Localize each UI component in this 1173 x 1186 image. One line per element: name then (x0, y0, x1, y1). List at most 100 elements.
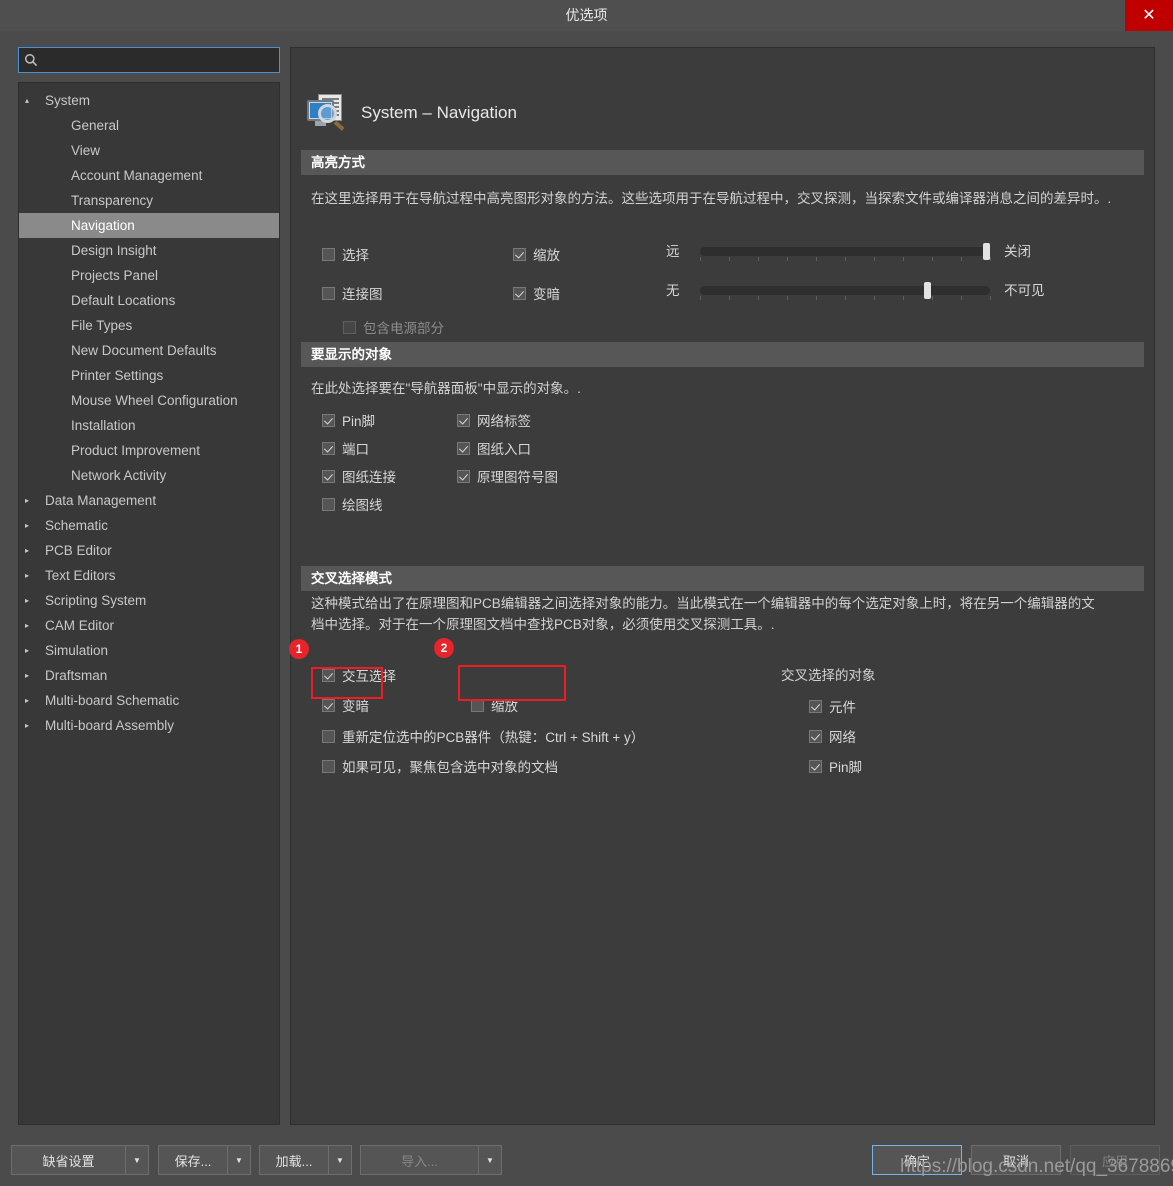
checkbox-sheet-entry[interactable]: 图纸入口 (457, 438, 531, 458)
checkbox-dim[interactable]: 变暗 (513, 283, 560, 303)
button-label[interactable]: 缺省设置 (11, 1145, 125, 1175)
sidebar-item-account-management[interactable]: Account Management (19, 163, 279, 188)
checkbox-net-label[interactable]: 网络标签 (457, 410, 531, 430)
checkbox-reposition-pcb[interactable]: 重新定位选中的PCB器件（热键：Ctrl + Shift + y） (322, 726, 644, 746)
slider-track[interactable] (700, 286, 990, 295)
tree-expander-icon[interactable]: ▸ (19, 563, 35, 588)
sidebar-item-new-document-defaults[interactable]: New Document Defaults (19, 338, 279, 363)
sidebar-item-simulation[interactable]: ▸ Simulation (19, 638, 279, 663)
sidebar-item-mouse-wheel-configuration[interactable]: Mouse Wheel Configuration (19, 388, 279, 413)
chevron-down-icon[interactable]: ▼ (478, 1145, 502, 1175)
tree-expander-icon[interactable]: ▸ (19, 713, 35, 738)
checkbox-focus-document[interactable]: 如果可见，聚焦包含选中对象的文档 (322, 756, 558, 776)
tree-expander-icon[interactable]: ▸ (19, 538, 35, 563)
checkbox-label: 连接图 (342, 287, 383, 302)
sidebar-item-view[interactable]: View (19, 138, 279, 163)
button-label[interactable]: 保存... (158, 1145, 227, 1175)
objects-section-description: 在此处选择要在"导航器面板"中显示的对象。. (311, 381, 581, 396)
sidebar-item-network-activity[interactable]: Network Activity (19, 463, 279, 488)
slider-track[interactable] (700, 247, 990, 256)
sidebar-item-data-management[interactable]: ▸ Data Management (19, 488, 279, 513)
sidebar-item-default-locations[interactable]: Default Locations (19, 288, 279, 313)
sidebar-item-cam-editor[interactable]: ▸ CAM Editor (19, 613, 279, 638)
tree-expander-icon[interactable]: ▸ (19, 613, 35, 638)
ok-button[interactable]: 确定 (872, 1145, 962, 1175)
checkbox-crossselect-zoom[interactable]: 缩放 (471, 695, 518, 715)
checkbox-interactive-select[interactable]: 交互选择 (322, 665, 396, 685)
checkbox-box (457, 413, 470, 427)
checkbox-label: Pin脚 (342, 414, 376, 429)
sidebar-item-design-insight[interactable]: Design Insight (19, 238, 279, 263)
sidebar-item-system[interactable]: ▴ System (19, 88, 279, 113)
checkbox-label: 原理图符号图 (477, 470, 558, 485)
tree-expander-icon[interactable]: ▸ (19, 488, 35, 513)
title-bar: 优选项 ✕ (0, 0, 1173, 31)
tree-expander-icon[interactable]: ▸ (19, 663, 35, 688)
sidebar-item-label: Account Management (71, 168, 203, 183)
import-button: 导入... ▼ (360, 1145, 502, 1175)
search-input[interactable] (43, 49, 279, 71)
default-settings-button[interactable]: 缺省设置 ▼ (11, 1145, 149, 1175)
sidebar-item-scripting-system[interactable]: ▸ Scripting System (19, 588, 279, 613)
checkbox-sheet-connection[interactable]: 图纸连接 (322, 466, 396, 486)
sidebar-item-navigation[interactable]: Navigation (19, 213, 279, 238)
checkbox-net[interactable]: 网络 (809, 726, 856, 746)
search-box[interactable] (18, 47, 280, 73)
load-button[interactable]: 加载... ▼ (259, 1145, 352, 1175)
sidebar-item-transparency[interactable]: Transparency (19, 188, 279, 213)
chevron-down-icon[interactable]: ▼ (125, 1145, 149, 1175)
slider-handle[interactable] (923, 282, 931, 299)
sidebar-item-label: System (45, 93, 91, 108)
settings-tree[interactable]: ▴ System General View Account Management Tran… (18, 82, 280, 1125)
slider-zoom[interactable]: 远 关闭 (666, 242, 1146, 262)
slider-ticks (700, 257, 991, 261)
sidebar-item-pcb-editor[interactable]: ▸ PCB Editor (19, 538, 279, 563)
sidebar-item-label: Default Locations (71, 293, 176, 308)
tree-expander-icon[interactable]: ▴ (19, 88, 35, 113)
sidebar-item-label: Data Management (45, 493, 157, 508)
cancel-button[interactable]: 取消 (971, 1145, 1061, 1175)
checkbox-crossselect-pin[interactable]: Pin脚 (809, 756, 862, 776)
checkbox-label: 选择 (342, 248, 369, 263)
tree-expander-icon[interactable]: ▸ (19, 638, 35, 663)
page-header: System – Navigation (305, 92, 517, 134)
checkbox-box (322, 413, 335, 427)
chevron-down-icon[interactable]: ▼ (227, 1145, 251, 1175)
tree-expander-icon[interactable]: ▸ (19, 588, 35, 613)
checkbox-zoom[interactable]: 缩放 (513, 244, 560, 264)
sidebar-item-installation[interactable]: Installation (19, 413, 279, 438)
chevron-down-icon[interactable]: ▼ (328, 1145, 352, 1175)
sidebar-item-text-editors[interactable]: ▸ Text Editors (19, 563, 279, 588)
checkbox-crossselect-dim[interactable]: 变暗 (322, 695, 369, 715)
checkbox-connection-graph[interactable]: 连接图 (322, 283, 383, 303)
sidebar-item-schematic[interactable]: ▸ Schematic (19, 513, 279, 538)
checkbox-component[interactable]: 元件 (809, 696, 856, 716)
checkbox-select[interactable]: 选择 (322, 244, 369, 264)
sidebar-item-multi-board-assembly[interactable]: ▸ Multi-board Assembly (19, 713, 279, 738)
button-label[interactable]: 加载... (259, 1145, 328, 1175)
sidebar-item-label: Multi-board Assembly (45, 718, 175, 733)
sidebar-item-draftsman[interactable]: ▸ Draftsman (19, 663, 279, 688)
sidebar-item-general[interactable]: General (19, 113, 279, 138)
sidebar-item-projects-panel[interactable]: Projects Panel (19, 263, 279, 288)
checkbox-label: Pin脚 (829, 760, 863, 775)
checkbox-port[interactable]: 端口 (322, 438, 369, 458)
checkbox-pin[interactable]: Pin脚 (322, 410, 375, 430)
sidebar-item-product-improvement[interactable]: Product Improvement (19, 438, 279, 463)
checkbox-label: 网络 (829, 730, 856, 745)
sidebar-item-label: Printer Settings (71, 368, 164, 383)
tree-expander-icon[interactable]: ▸ (19, 688, 35, 713)
slider-handle[interactable] (983, 243, 990, 260)
checkbox-label: 缩放 (491, 699, 518, 714)
close-icon[interactable]: ✕ (1125, 0, 1173, 31)
checkbox-schematic-symbol[interactable]: 原理图符号图 (457, 466, 558, 486)
sidebar-item-file-types[interactable]: File Types (19, 313, 279, 338)
tree-expander-icon[interactable]: ▸ (19, 513, 35, 538)
save-button[interactable]: 保存... ▼ (158, 1145, 251, 1175)
checkbox-drawing-line[interactable]: 绘图线 (322, 494, 383, 514)
sidebar-item-multi-board-schematic[interactable]: ▸ Multi-board Schematic (19, 688, 279, 713)
sidebar-item-printer-settings[interactable]: Printer Settings (19, 363, 279, 388)
slider-dim[interactable]: 无 不可见 (666, 281, 1146, 301)
sidebar-item-label: CAM Editor (45, 618, 115, 633)
sidebar-item-label: Installation (71, 418, 136, 433)
